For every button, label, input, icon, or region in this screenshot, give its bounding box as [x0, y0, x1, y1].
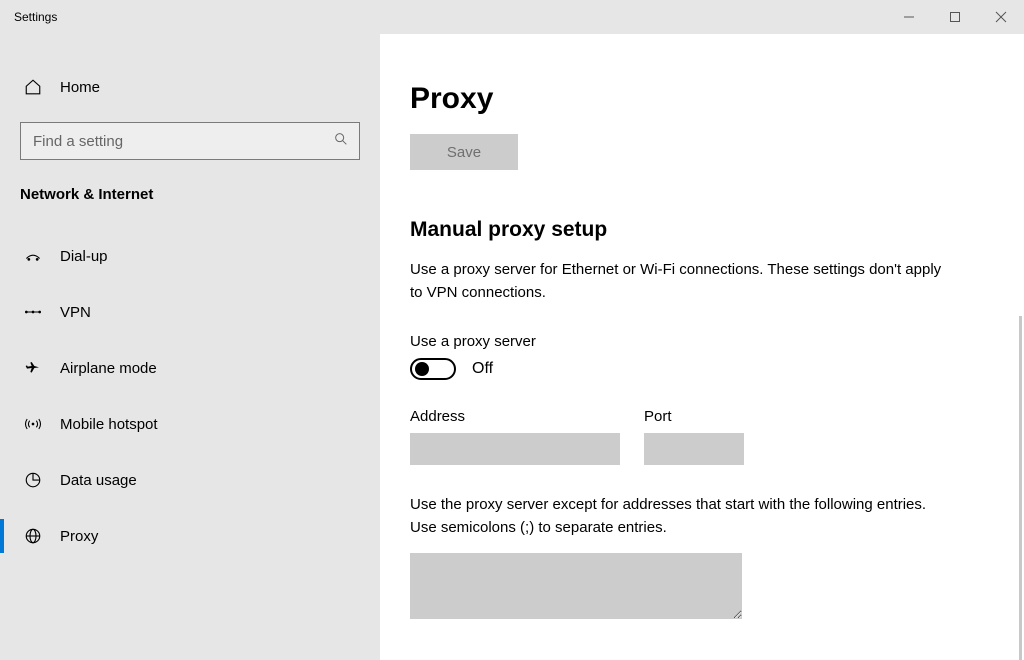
datausage-icon: [22, 471, 44, 489]
address-input[interactable]: [410, 433, 620, 465]
window-controls: [886, 0, 1024, 34]
hotspot-icon: [22, 415, 44, 433]
exceptions-description: Use the proxy server except for addresse…: [410, 493, 950, 540]
sidebar-section-label: Network & Internet: [0, 160, 380, 213]
sidebar-item-dialup[interactable]: Dial-up: [0, 233, 380, 279]
search-box[interactable]: [20, 122, 360, 160]
scrollbar[interactable]: [1019, 316, 1022, 660]
page-title: Proxy: [410, 82, 994, 116]
toggle-label: Use a proxy server: [410, 333, 994, 350]
sidebar-item-label: Airplane mode: [60, 360, 157, 377]
sidebar-item-label: Proxy: [60, 528, 98, 545]
sidebar-item-vpn[interactable]: VPN: [0, 289, 380, 335]
section-heading: Manual proxy setup: [410, 218, 994, 242]
home-icon: [22, 78, 44, 96]
sidebar-nav: Dial-up VPN Airplane mode Mobile hotspot: [0, 233, 380, 559]
search-input[interactable]: [31, 132, 333, 151]
window-title: Settings: [0, 10, 57, 24]
sidebar-home[interactable]: Home: [0, 64, 380, 110]
save-button[interactable]: Save: [410, 134, 518, 170]
sidebar-item-airplane[interactable]: Airplane mode: [0, 345, 380, 391]
maximize-button[interactable]: [932, 0, 978, 34]
sidebar-item-datausage[interactable]: Data usage: [0, 457, 380, 503]
toggle-state: Off: [472, 360, 493, 378]
proxy-icon: [22, 527, 44, 545]
proxy-toggle[interactable]: [410, 358, 456, 380]
titlebar: Settings: [0, 0, 1024, 34]
sidebar-item-hotspot[interactable]: Mobile hotspot: [0, 401, 380, 447]
sidebar-item-label: Mobile hotspot: [60, 416, 158, 433]
sidebar: Home Network & Internet Dial-up: [0, 34, 380, 660]
search-icon: [333, 131, 349, 152]
sidebar-item-label: Data usage: [60, 472, 137, 489]
port-label: Port: [644, 408, 744, 425]
address-label: Address: [410, 408, 620, 425]
exceptions-input[interactable]: [410, 553, 742, 619]
sidebar-item-label: Dial-up: [60, 248, 108, 265]
minimize-button[interactable]: [886, 0, 932, 34]
vpn-icon: [22, 305, 44, 319]
sidebar-item-label: VPN: [60, 304, 91, 321]
dialup-icon: [22, 248, 44, 264]
close-button[interactable]: [978, 0, 1024, 34]
content-pane: Proxy Save Manual proxy setup Use a prox…: [380, 34, 1024, 660]
sidebar-home-label: Home: [60, 79, 100, 96]
airplane-icon: [22, 358, 44, 378]
section-description: Use a proxy server for Ethernet or Wi-Fi…: [410, 258, 950, 305]
sidebar-item-proxy[interactable]: Proxy: [0, 513, 380, 559]
port-input[interactable]: [644, 433, 744, 465]
